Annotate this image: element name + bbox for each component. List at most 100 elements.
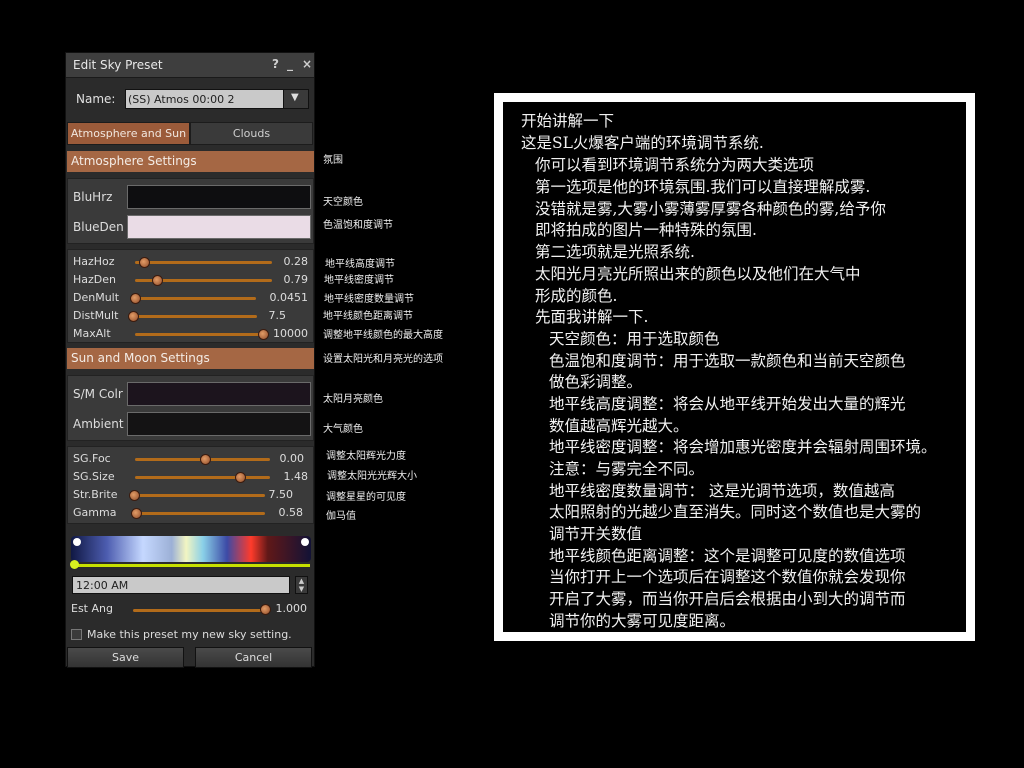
annotation-gamma: 伽马值 bbox=[326, 511, 356, 522]
hazden-label: HazDen bbox=[73, 273, 116, 286]
time-input[interactable]: 12:00 AM bbox=[72, 576, 290, 594]
annotation-hazhoz: 地平线高度调节 bbox=[325, 259, 395, 270]
hazhoz-label: HazHoz bbox=[73, 255, 115, 268]
gamma-value: 0.58 bbox=[278, 506, 304, 519]
annotation-distmult: 地平线颜色距离调节 bbox=[323, 311, 413, 322]
sgsize-value: 1.48 bbox=[283, 470, 309, 483]
atmosphere-sliders-panel: HazHoz 0.28 HazDen 0.79 DenMult 0.0451 D… bbox=[67, 249, 314, 343]
cancel-button[interactable]: Cancel bbox=[195, 647, 312, 668]
sun-right-icon bbox=[301, 538, 309, 546]
est-ang-value: 1.000 bbox=[275, 602, 308, 615]
annotation-strbrite: 调整星星的可见度 bbox=[326, 492, 406, 503]
time-value: 12:00 AM bbox=[76, 579, 129, 592]
denmult-value: 0.0451 bbox=[269, 291, 309, 304]
note-line: 形成的颜色. bbox=[535, 287, 618, 305]
note-line: 你可以看到环境调节系统分为两大类选项 bbox=[535, 156, 815, 174]
minimize-icon[interactable]: _ bbox=[287, 57, 293, 71]
help-icon[interactable]: ? bbox=[272, 57, 279, 71]
close-icon[interactable]: × bbox=[302, 57, 312, 71]
annotation-blueden: 色温饱和度调节 bbox=[323, 220, 393, 231]
denmult-label: DenMult bbox=[73, 291, 120, 304]
atmosphere-colors-panel: BluHrz BlueDen bbox=[67, 178, 314, 244]
annotation-hazden: 地平线密度调节 bbox=[324, 275, 394, 286]
note-line: 先面我讲解一下. bbox=[535, 308, 649, 326]
strbrite-value: 7.50 bbox=[268, 488, 294, 501]
strbrite-slider-thumb[interactable] bbox=[129, 490, 140, 501]
annotation-ambient: 大气颜色 bbox=[323, 424, 363, 435]
bluhrz-color-swatch[interactable] bbox=[127, 185, 311, 209]
bluhrz-label: BluHrz bbox=[73, 190, 113, 204]
est-ang-slider-track[interactable] bbox=[133, 609, 265, 612]
note-line: 当你打开上一个选项后在调整这个数值你就会发现你 bbox=[549, 568, 906, 586]
title-bar[interactable]: Edit Sky Preset ? _ × bbox=[66, 53, 314, 78]
note-line: 调节开关数值 bbox=[549, 525, 643, 543]
sun-moon-settings-header[interactable]: Sun and Moon Settings bbox=[67, 348, 314, 369]
distmult-value: 7.5 bbox=[268, 309, 287, 322]
hazhoz-value: 0.28 bbox=[283, 255, 309, 268]
time-slider-track[interactable] bbox=[72, 564, 310, 567]
hazden-value: 0.79 bbox=[283, 273, 309, 286]
sun-left-icon bbox=[73, 538, 81, 546]
tab-clouds[interactable]: Clouds bbox=[190, 122, 313, 145]
chevron-down-icon: ▼ bbox=[291, 92, 299, 103]
tab-atmosphere-and-sun[interactable]: Atmosphere and Sun bbox=[67, 122, 190, 145]
make-default-label[interactable]: Make this preset my new sky setting. bbox=[87, 628, 292, 641]
note-line: 地平线高度调整：将会从地平线开始发出大量的辉光 bbox=[549, 395, 906, 413]
note-line: 做色彩调整。 bbox=[549, 373, 643, 391]
time-slider-thumb[interactable] bbox=[70, 560, 79, 569]
note-line: 第二选项就是光照系统. bbox=[535, 243, 695, 261]
maxalt-label: MaxAlt bbox=[73, 327, 111, 340]
preset-name-combo[interactable]: (SS) Atmos 00:00 2 ▼ bbox=[125, 89, 309, 109]
distmult-label: DistMult bbox=[73, 309, 119, 322]
sun-moon-sliders-panel: SG.Foc 0.00 SG.Size 1.48 Str.Brite 7.50 … bbox=[67, 446, 314, 524]
hazhoz-slider-thumb[interactable] bbox=[138, 257, 150, 268]
smcolr-color-swatch[interactable] bbox=[127, 382, 311, 406]
make-default-checkbox[interactable] bbox=[71, 629, 82, 640]
note-line: 没错就是雾,大雾小雾薄雾厚雾各种颜色的雾,给予你 bbox=[535, 200, 886, 218]
maxalt-slider-track[interactable] bbox=[135, 333, 265, 336]
time-spinner[interactable]: ▲ ▼ bbox=[295, 576, 308, 594]
blueden-label: BlueDen bbox=[73, 220, 124, 234]
spin-up-icon[interactable]: ▲ bbox=[296, 577, 307, 585]
sgsize-label: SG.Size bbox=[73, 470, 115, 483]
note-line: 地平线密度调整：将会增加惠光密度并会辐射周围环境。 bbox=[549, 438, 937, 456]
note-line: 太阳光月亮光所照出来的颜色以及他们在大气中 bbox=[535, 265, 861, 283]
hazden-slider-thumb[interactable] bbox=[151, 275, 163, 286]
smcolr-label: S/M Colr bbox=[73, 387, 123, 401]
spin-down-icon[interactable]: ▼ bbox=[296, 585, 307, 593]
annotation-maxalt: 调整地平线颜色的最大高度 bbox=[323, 330, 443, 341]
sun-moon-colors-panel: S/M Colr Ambient bbox=[67, 375, 314, 441]
denmult-slider-track[interactable] bbox=[130, 297, 256, 300]
note-line: 调节你的大雾可见度距离。 bbox=[549, 612, 736, 630]
annotation-bluhrz: 天空颜色 bbox=[323, 197, 363, 208]
note-line: 即将拍成的图片一种特殊的氛围. bbox=[535, 221, 757, 239]
save-button[interactable]: Save bbox=[67, 647, 184, 668]
blueden-color-swatch[interactable] bbox=[127, 215, 311, 239]
note-line: 数值越高辉光越大。 bbox=[549, 417, 689, 435]
atmosphere-settings-header[interactable]: Atmosphere Settings bbox=[67, 151, 314, 172]
note-line: 第一选项是他的环境氛围.我们可以直接理解成雾. bbox=[535, 178, 871, 196]
annotation-sgsize: 调整太阳光光辉大小 bbox=[327, 471, 417, 482]
note-line: 天空颜色：用于选取颜色 bbox=[549, 330, 720, 348]
ambient-color-swatch[interactable] bbox=[127, 412, 311, 436]
denmult-slider-thumb[interactable] bbox=[130, 293, 141, 304]
gamma-slider-thumb[interactable] bbox=[131, 508, 142, 519]
explanation-panel: 开始讲解一下 这是SL火爆客户端的环境调节系统. 你可以看到环境调节系统分为两大… bbox=[494, 93, 975, 641]
edit-sky-preset-window: Edit Sky Preset ? _ × Name: (SS) Atmos 0… bbox=[65, 52, 315, 668]
sgsize-slider-thumb[interactable] bbox=[235, 472, 247, 483]
name-label: Name: bbox=[76, 92, 116, 106]
note-line: 开始讲解一下 bbox=[521, 112, 615, 130]
est-ang-label: Est Ang bbox=[71, 602, 113, 615]
annotation-sgfoc: 调整太阳辉光力度 bbox=[326, 451, 406, 462]
explanation-text-area: 开始讲解一下 这是SL火爆客户端的环境调节系统. 你可以看到环境调节系统分为两大… bbox=[503, 102, 966, 632]
sgfoc-value: 0.00 bbox=[279, 452, 305, 465]
annotation-sunmoon: 设置太阳光和月亮光的选项 bbox=[323, 354, 443, 365]
dropdown-button[interactable]: ▼ bbox=[283, 90, 308, 108]
window-title: Edit Sky Preset bbox=[73, 58, 163, 72]
ambient-label: Ambient bbox=[73, 417, 124, 431]
distmult-slider-thumb[interactable] bbox=[128, 311, 139, 322]
preset-name-value: (SS) Atmos 00:00 2 bbox=[128, 93, 235, 106]
sgfoc-slider-thumb[interactable] bbox=[200, 454, 211, 465]
strbrite-label: Str.Brite bbox=[73, 488, 118, 501]
sgfoc-label: SG.Foc bbox=[73, 452, 111, 465]
